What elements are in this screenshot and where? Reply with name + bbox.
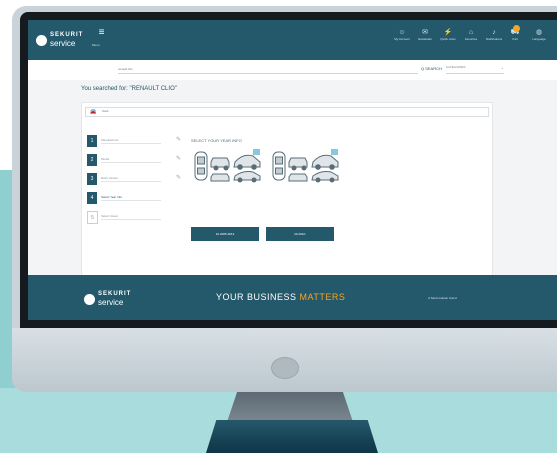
monitor-stand-base [206,420,378,453]
menu-label: Menu [92,43,100,47]
home-icon: ⌂ [468,29,474,36]
monitor-stand-neck [227,392,353,422]
step-select-year[interactable]: 4 Select Year Info [87,190,184,209]
edit-icon: ✎ [176,156,182,162]
category-tab-cars[interactable]: 🚘 Cars [85,107,489,117]
brand-circle-icon [36,34,47,46]
steps-list: 1 Manufacturer ✎ 2 Model ✎ 3 Body Varian… [87,133,184,228]
nav-quick-order[interactable]: ⚡ Quick order [437,28,459,41]
cart-badge [513,25,520,32]
search-input[interactable] [118,65,418,74]
edit-icon: ✎ [176,137,182,143]
footer-brand-logo: SEKURIT service [84,291,131,307]
step-body-variant[interactable]: 3 Body Variant ✎ [87,171,184,190]
category-select-value: CATEGORIES [446,65,466,69]
step-manufacturer[interactable]: 1 Manufacturer ✎ [87,133,184,152]
brand-bottom-text: service [50,39,76,48]
nav-my-account[interactable]: ☺ My Account [391,28,413,41]
globe-icon: ◍ [535,29,543,36]
vehicle-selector-panel: 🚘 Cars 1 Manufacturer ✎ 2 Model ✎ 3 Body… [81,102,493,284]
footer: SEKURIT service YOUR BUSINESS MATTERS A … [28,275,557,320]
year-button-2005-2012[interactable]: 10.2005-2012 [191,227,259,241]
search-result-title: You searched for: "RENAULT CLIO" [81,86,177,92]
car-diagrams [194,149,339,183]
category-select[interactable]: CATEGORIES ⌄ [446,65,504,74]
car-icon: 🚘 [90,109,97,115]
bolt-icon: ⚡ [443,29,453,36]
footer-note: A Saint-Gobain brand [428,296,457,300]
hamburger-menu-icon[interactable]: ≡ [97,28,106,38]
car-diagram-option-2[interactable] [272,149,339,183]
header: SEKURIT service ≡ Menu ☺ My Account ✉ Ne… [28,20,557,60]
car-diagram-option-1[interactable] [194,149,261,183]
mail-icon: ✉ [422,29,428,36]
brand-circle-icon [84,293,95,305]
edit-icon: ✎ [176,175,182,181]
nav-language[interactable]: ◍ Language [528,28,550,41]
brand-top-text: SEKURIT [50,32,84,38]
chevron-down-icon: ⌄ [500,65,504,70]
bell-icon: ♪ [492,29,496,36]
year-button-2012[interactable]: 10.2012- [266,227,334,241]
year-info-title: SELECT YOUR YEAR INFO [191,138,242,143]
category-label: Cars [102,109,109,113]
step-select-glass: 5 Select Glass [87,209,184,228]
search-button[interactable]: Q SEARCH [421,66,442,71]
tagline-highlight: MATTERS [299,292,346,302]
monitor-logo [271,357,299,379]
nav-favorites[interactable]: ⌂ Favorites [460,28,482,41]
user-icon: ☺ [398,29,406,36]
search-bar: Q SEARCH CATEGORIES ⌄ [28,60,557,80]
step-model[interactable]: 2 Model ✎ [87,152,184,171]
brand-logo[interactable]: SEKURIT service [36,32,83,48]
nav-newsletter[interactable]: ✉ Newsletter [414,28,436,41]
screen: SEKURIT service ≡ Menu ☺ My Account ✉ Ne… [28,20,557,320]
nav-notifications[interactable]: ♪ Notifications [483,28,505,41]
footer-tagline: YOUR BUSINESS MATTERS [216,292,346,302]
